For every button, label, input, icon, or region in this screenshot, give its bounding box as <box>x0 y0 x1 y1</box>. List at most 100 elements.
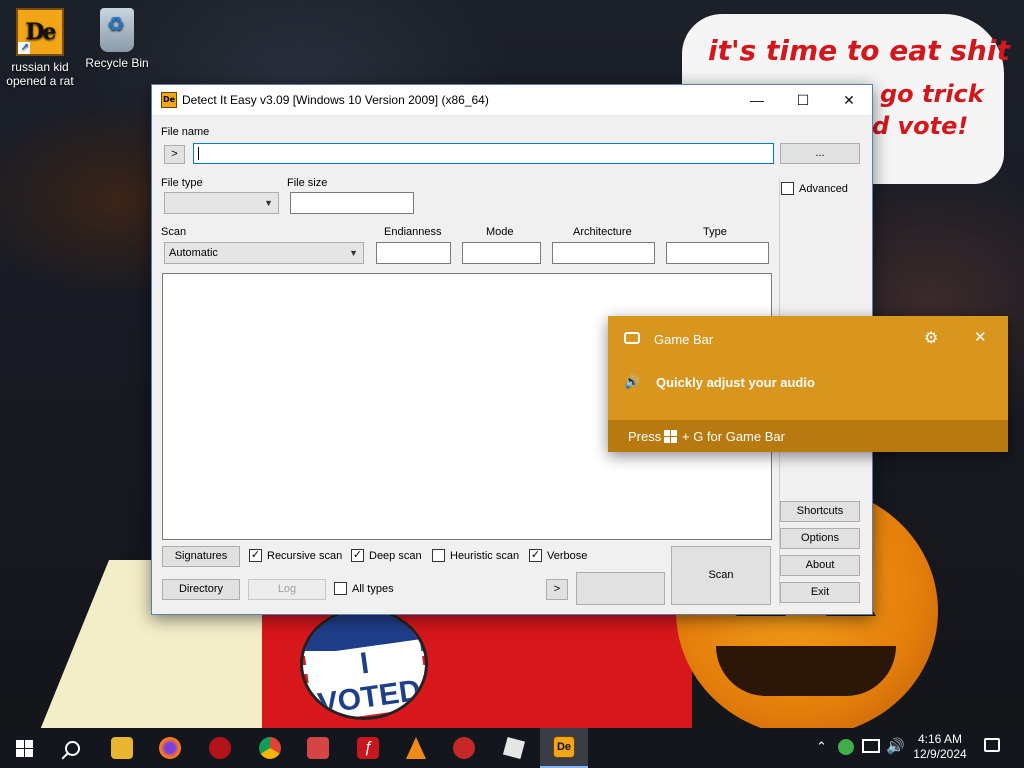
gamebar-footer-prefix: Press <box>628 429 662 444</box>
volume-icon[interactable]: 🔊 <box>886 737 905 755</box>
chrome-icon <box>259 737 281 759</box>
clock-date: 12/9/2024 <box>913 747 967 761</box>
mode-field[interactable] <box>462 242 541 264</box>
taskbar-game-app[interactable] <box>294 728 342 768</box>
progress-box <box>576 572 665 605</box>
window-title: Detect It Easy v3.09 [Windows 10 Version… <box>182 93 489 107</box>
shortcuts-button[interactable]: Shortcuts <box>780 501 860 522</box>
desktop-icon-recycle-bin[interactable]: Recycle Bin <box>77 8 157 70</box>
game-app-icon <box>307 737 329 759</box>
desktop-icon-label-2: opened a rat <box>6 74 74 88</box>
heuristic-scan-label: Heuristic scan <box>450 549 520 562</box>
gamebar-footer: Press + G for Game Bar <box>608 420 1008 452</box>
log-button[interactable]: Log <box>248 579 326 600</box>
desktop-icon-die[interactable]: De ↗ russian kid opened a rat <box>0 8 80 88</box>
scan-button[interactable]: Scan <box>671 546 771 605</box>
mode-label: Mode <box>486 226 514 238</box>
speech-line-3: d vote! <box>872 112 969 140</box>
browse-button[interactable]: ... <box>780 143 860 164</box>
taskbar-vlc[interactable] <box>392 728 440 768</box>
taskbar-chrome[interactable] <box>246 728 294 768</box>
windows-logo-icon <box>15 739 33 757</box>
shortcut-arrow-icon: ↗ <box>18 42 30 54</box>
options-button[interactable]: Options <box>780 528 860 549</box>
all-types-checkbox[interactable]: All types <box>334 582 394 595</box>
firefox-icon <box>159 737 181 759</box>
taskbar-roblox[interactable] <box>490 728 538 768</box>
scan-mode-value: Automatic <box>169 247 218 259</box>
advanced-label: Advanced <box>799 182 848 195</box>
taskbar-app-smile[interactable] <box>440 728 488 768</box>
heuristic-check-box <box>432 549 445 562</box>
file-size-label: File size <box>287 177 328 189</box>
taskbar-file-explorer[interactable] <box>98 728 146 768</box>
die-taskbar-icon: De <box>553 736 575 758</box>
close-button[interactable]: ✕ <box>826 85 872 115</box>
notification-icon[interactable] <box>984 738 1000 752</box>
gamebar-icon <box>624 332 640 344</box>
recursive-scan-label: Recursive scan <box>267 549 343 562</box>
heuristic-scan-checkbox[interactable]: Heuristic scan <box>432 549 519 562</box>
wallpaper-voted-badge: I VOTED <box>300 608 428 720</box>
app-icon: De <box>161 92 177 108</box>
taskbar-clock[interactable]: 4:16 AM 12/9/2024 <box>910 732 970 762</box>
file-type-select[interactable]: ▼ <box>164 192 279 214</box>
file-type-label: File type <box>161 177 203 189</box>
scan-mode-select[interactable]: Automatic ▼ <box>164 242 364 264</box>
verbose-checkbox[interactable]: ✓ Verbose <box>529 549 587 562</box>
flash-icon: ƒ <box>357 737 379 759</box>
verbose-label: Verbose <box>547 549 588 562</box>
file-name-label: File name <box>161 126 210 138</box>
taskbar: ƒ De ⌃ 🔊 4:16 AM 12/9/2024 <box>0 728 1024 768</box>
endianness-label: Endianness <box>384 226 442 238</box>
folder-icon <box>111 737 133 759</box>
taskbar-search-button[interactable] <box>48 728 96 768</box>
roblox-icon <box>502 736 526 760</box>
text-cursor <box>198 146 199 160</box>
gamebar-toast[interactable]: Game Bar ⚙ ✕ 🔊 Quickly adjust your audio… <box>608 316 1008 452</box>
clock-time: 4:16 AM <box>917 732 963 746</box>
taskbar-detect-it-easy[interactable]: De <box>540 728 588 768</box>
taskbar-firefox[interactable] <box>146 728 194 768</box>
gamebar-title: Game Bar <box>654 332 714 347</box>
die-icon: De ↗ <box>16 8 64 56</box>
start-button[interactable] <box>0 728 48 768</box>
speech-line-1: it's time to eat shit <box>708 34 1010 67</box>
minimize-button[interactable]: — <box>734 85 780 115</box>
chevron-down-icon: ▼ <box>349 248 358 258</box>
title-bar[interactable]: De Detect It Easy v3.09 [Windows 10 Vers… <box>152 85 872 115</box>
deep-scan-label: Deep scan <box>369 549 422 562</box>
recycle-bin-icon <box>100 8 134 52</box>
deep-check-box: ✓ <box>351 549 364 562</box>
red-app-icon <box>209 737 231 759</box>
network-icon[interactable] <box>862 739 880 753</box>
taskbar-app-red[interactable] <box>196 728 244 768</box>
advanced-checkbox[interactable]: Advanced <box>781 182 848 195</box>
file-size-field[interactable] <box>290 192 414 214</box>
recursive-scan-checkbox[interactable]: ✓ Recursive scan <box>249 549 342 562</box>
gear-icon[interactable]: ⚙ <box>924 328 938 348</box>
architecture-field[interactable] <box>552 242 655 264</box>
close-icon[interactable]: ✕ <box>974 328 987 346</box>
tray-overflow-chevron-icon[interactable]: ⌃ <box>816 739 827 755</box>
endianness-field[interactable] <box>376 242 451 264</box>
file-name-prev-button[interactable]: > <box>164 145 185 164</box>
next-button[interactable]: > <box>546 579 568 600</box>
taskbar-flash[interactable]: ƒ <box>344 728 392 768</box>
directory-button[interactable]: Directory <box>162 579 240 600</box>
exit-button[interactable]: Exit <box>780 582 860 603</box>
tray-user-icon[interactable] <box>838 739 854 755</box>
maximize-button[interactable]: ☐ <box>780 85 826 115</box>
windows-key-icon <box>664 430 677 443</box>
type-field[interactable] <box>666 242 769 264</box>
gamebar-footer-suffix: + G for Game Bar <box>682 429 785 444</box>
about-button[interactable]: About <box>780 555 860 576</box>
verbose-check-box: ✓ <box>529 549 542 562</box>
deep-scan-checkbox[interactable]: ✓ Deep scan <box>351 549 422 562</box>
speaker-icon: 🔊 <box>624 374 641 389</box>
file-name-input[interactable] <box>193 143 774 164</box>
signatures-button[interactable]: Signatures <box>162 546 240 567</box>
architecture-label: Architecture <box>573 226 632 238</box>
chevron-down-icon: ▼ <box>264 198 273 208</box>
type-label: Type <box>703 226 727 238</box>
